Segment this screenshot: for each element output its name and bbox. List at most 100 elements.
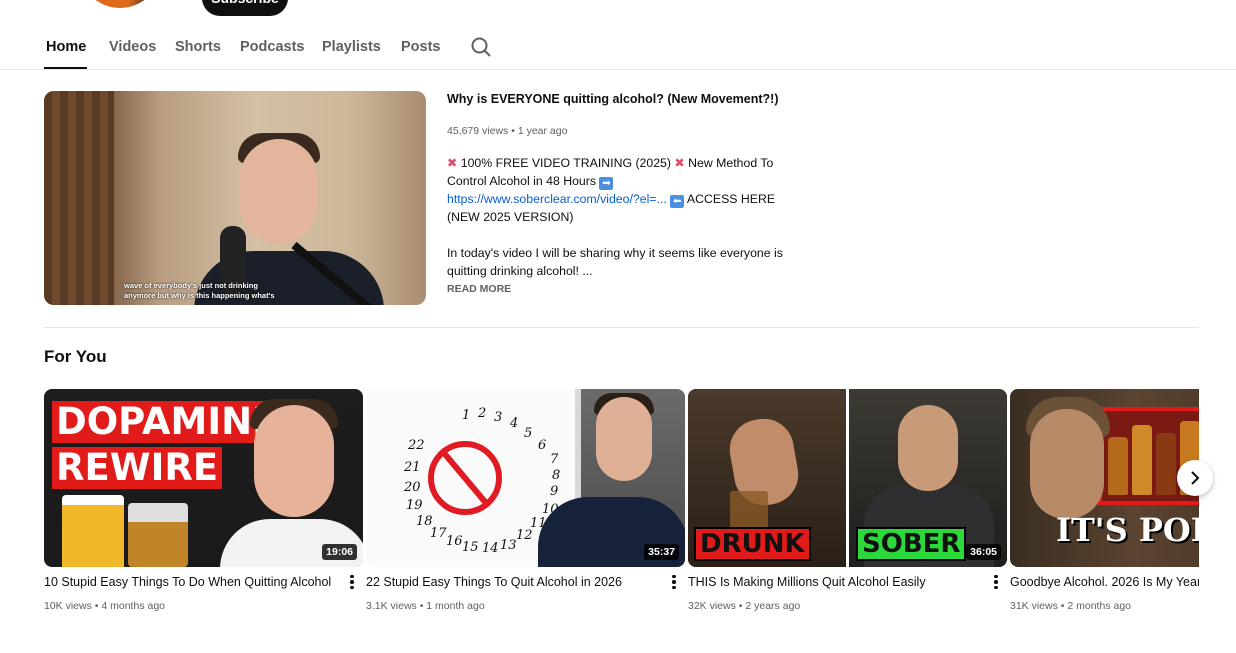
- video-card: DRUNK SOBER 36:05 THIS Is Making Million…: [688, 389, 1007, 619]
- duration-badge: 35:37: [644, 544, 679, 560]
- thumb-face: [1030, 409, 1104, 519]
- svg-text:14: 14: [482, 541, 499, 556]
- more-vert-icon[interactable]: [991, 573, 1001, 591]
- video-views: 3.1K views: [366, 600, 417, 612]
- featured-age: 1 year ago: [517, 125, 568, 137]
- desc-paragraph-2: In today's video I will be sharing why i…: [447, 246, 783, 278]
- video-thumbnail[interactable]: 123 456 789 10 11 12 13 14 15 16 17 18 19 20 21 …: [366, 389, 685, 567]
- active-tab-indicator: [44, 67, 87, 69]
- video-title[interactable]: Goodbye Alcohol. 2026 Is My Year: [1010, 575, 1199, 589]
- featured-video-description: ✖ 100% FREE VIDEO TRAINING (2025) ✖ New …: [447, 154, 797, 280]
- search-icon[interactable]: [470, 36, 492, 58]
- thumb-face: [240, 139, 318, 243]
- beer-glass-graphic: [62, 495, 124, 567]
- tab-videos[interactable]: Videos: [109, 39, 156, 55]
- subscribe-button[interactable]: Subscribe: [202, 0, 288, 16]
- featured-video-thumbnail[interactable]: wave of everybody's just not drinking an…: [44, 91, 426, 305]
- video-meta: 31K views • 2 months ago: [1010, 600, 1132, 612]
- cross-mark-icon: ✖: [674, 156, 685, 170]
- svg-text:19: 19: [406, 498, 423, 513]
- arrow-right-icon: ➡: [599, 177, 614, 190]
- svg-text:18: 18: [416, 514, 433, 529]
- svg-text:13: 13: [500, 538, 517, 553]
- featured-video-title[interactable]: Why is EVERYONE quitting alcohol? (New M…: [447, 92, 779, 106]
- tab-shorts[interactable]: Shorts: [175, 39, 221, 55]
- video-views: 10K views: [44, 600, 92, 612]
- section-title: For You: [44, 347, 107, 366]
- tab-home[interactable]: Home: [46, 39, 86, 55]
- video-shelf: DOPAMINE REWIRE 19:06 10 Stupid Easy Thi…: [44, 389, 1199, 619]
- video-age: 2 years ago: [745, 600, 801, 612]
- duration-badge: 19:06: [322, 544, 357, 560]
- video-meta: 32K views • 2 years ago: [688, 600, 801, 612]
- desc-part-1: 100% FREE VIDEO TRAINING (2025): [460, 156, 671, 170]
- svg-text:20: 20: [403, 480, 421, 495]
- channel-avatar[interactable]: [80, 0, 160, 8]
- cross-mark-icon: ✖: [447, 156, 458, 170]
- channel-tabs: Home Videos Shorts Podcasts Playlists Po…: [0, 26, 1236, 70]
- section-divider: [44, 327, 1199, 328]
- featured-video-meta: 45,679 views • 1 year ago: [447, 125, 568, 137]
- thumb-text: SOBER: [856, 527, 967, 561]
- video-card: DOPAMINE REWIRE 19:06 10 Stupid Easy Thi…: [44, 389, 363, 619]
- video-meta: 3.1K views • 1 month ago: [366, 600, 485, 612]
- tab-posts[interactable]: Posts: [401, 39, 441, 55]
- video-age: 1 month ago: [426, 600, 485, 612]
- svg-text:8: 8: [552, 468, 560, 483]
- no-alcohol-sign-icon: [428, 441, 502, 515]
- svg-text:15: 15: [462, 540, 479, 555]
- caption-line-1: wave of everybody's just not drinking: [124, 281, 258, 290]
- svg-text:21: 21: [403, 460, 421, 475]
- svg-text:2: 2: [477, 406, 486, 421]
- svg-text:1: 1: [462, 408, 470, 423]
- featured-views: 45,679 views: [447, 125, 509, 137]
- video-age: 4 months ago: [101, 600, 166, 612]
- duration-badge: 36:05: [966, 544, 1001, 560]
- thumb-text: REWIRE: [52, 447, 223, 489]
- tab-playlists[interactable]: Playlists: [322, 39, 381, 55]
- more-vert-icon[interactable]: [347, 573, 357, 591]
- video-thumbnail[interactable]: DRUNK SOBER 36:05: [688, 389, 1007, 567]
- video-caption: wave of everybody's just not drinking an…: [124, 281, 294, 301]
- thumb-background: [44, 91, 114, 305]
- video-thumbnail[interactable]: DOPAMINE REWIRE 19:06: [44, 389, 363, 567]
- video-thumbnail[interactable]: IT'S POI: [1010, 389, 1199, 567]
- shelf-next-button[interactable]: [1177, 460, 1213, 496]
- svg-text:12: 12: [516, 528, 533, 543]
- desc-link[interactable]: https://www.soberclear.com/video/?el=...: [447, 192, 667, 206]
- svg-text:5: 5: [524, 426, 532, 441]
- svg-text:9: 9: [550, 484, 558, 499]
- thumb-separator: [846, 389, 849, 567]
- video-card: 123 456 789 10 11 12 13 14 15 16 17 18 19 20 21 …: [366, 389, 685, 619]
- arrow-left-icon: ⬅: [670, 195, 685, 208]
- video-views: 32K views: [688, 600, 736, 612]
- video-meta: 10K views • 4 months ago: [44, 600, 166, 612]
- svg-text:7: 7: [550, 452, 559, 467]
- chevron-right-icon: [1191, 471, 1200, 485]
- thumb-face: [898, 405, 958, 491]
- thumb-face: [254, 405, 334, 517]
- svg-text:3: 3: [494, 410, 502, 425]
- video-title[interactable]: THIS Is Making Millions Quit Alcohol Eas…: [688, 575, 984, 589]
- svg-text:4: 4: [509, 416, 518, 431]
- thumb-face: [596, 397, 652, 481]
- thumb-text: IT'S POI: [1056, 511, 1199, 549]
- video-title[interactable]: 22 Stupid Easy Things To Quit Alcohol in…: [366, 575, 662, 589]
- bottle-graphic: [1132, 425, 1152, 495]
- bottle-graphic: [1156, 433, 1176, 495]
- video-age: 2 months ago: [1067, 600, 1132, 612]
- svg-text:17: 17: [430, 526, 447, 541]
- tab-podcasts[interactable]: Podcasts: [240, 39, 304, 55]
- thumb-text: DRUNK: [694, 527, 811, 561]
- whisky-glass-graphic: [128, 503, 188, 567]
- video-views: 31K views: [1010, 600, 1058, 612]
- bottle-graphic: [1108, 437, 1128, 495]
- video-card: IT'S POI Goodbye Alcohol. 2026 Is My Yea…: [1010, 389, 1199, 619]
- thumb-text: DOPAMINE: [52, 401, 282, 443]
- svg-text:16: 16: [446, 534, 463, 549]
- read-more-link[interactable]: READ MORE: [447, 283, 511, 295]
- more-vert-icon[interactable]: [669, 573, 679, 591]
- svg-text:6: 6: [538, 438, 546, 453]
- video-title[interactable]: 10 Stupid Easy Things To Do When Quittin…: [44, 575, 340, 589]
- svg-text:22: 22: [407, 438, 425, 453]
